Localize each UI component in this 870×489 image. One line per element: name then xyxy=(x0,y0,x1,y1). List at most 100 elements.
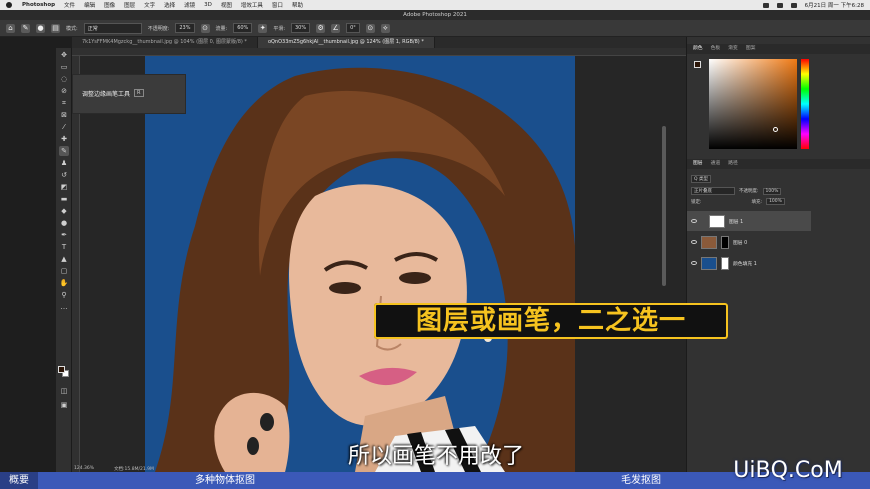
eraser-tool-icon[interactable]: ◩ xyxy=(59,182,69,192)
vertical-ruler xyxy=(72,56,80,472)
color-panel-tabs: 颜色 色板 渐变 图案 xyxy=(687,44,870,54)
visibility-eye-icon[interactable] xyxy=(691,240,697,244)
layer-opacity-label: 不透明度: xyxy=(739,189,759,194)
type-tool-icon[interactable]: T xyxy=(59,242,69,252)
wifi-icon[interactable] xyxy=(776,2,783,8)
document-tab[interactable]: 7k1YsFFMK4Mgzckg__thumbnail.jpg @ 104% (… xyxy=(72,37,258,48)
healing-tool-icon[interactable]: ✚ xyxy=(59,134,69,144)
horizontal-ruler xyxy=(72,48,686,56)
brush-tool-icon[interactable]: ✎ xyxy=(59,146,69,156)
eyedropper-tool-icon[interactable]: ⁄ xyxy=(59,122,69,132)
mode-select[interactable]: 正常 xyxy=(83,22,142,34)
angle-field[interactable]: 0° xyxy=(346,23,360,33)
smoothing-options-icon[interactable]: ⚙ xyxy=(316,23,326,33)
hue-slider[interactable] xyxy=(801,59,809,149)
brush-settings-icon[interactable]: ▤ xyxy=(51,23,60,33)
brush-tool-icon[interactable]: ✎ xyxy=(21,23,30,33)
layer-thumbnail xyxy=(709,214,725,228)
layer-name[interactable]: 颜色填充 1 xyxy=(733,260,757,267)
chapter-overview[interactable]: 概要 xyxy=(0,472,38,489)
crop-tool-icon[interactable]: ⌗ xyxy=(59,98,69,108)
color-picker-handle[interactable] xyxy=(773,127,778,132)
blur-tool-icon[interactable]: ◆ xyxy=(59,206,69,216)
menu-3d[interactable]: 3D xyxy=(204,2,212,8)
mac-menubar: Photoshop 文件 编辑 图像 图层 文字 选择 滤镜 3D 视图 增效工… xyxy=(0,0,870,10)
layer-opacity-field[interactable]: 100% xyxy=(762,187,782,195)
more-tools-icon[interactable]: … xyxy=(59,302,69,312)
visibility-eye-icon[interactable] xyxy=(691,261,697,265)
layer-mask-thumbnail[interactable] xyxy=(721,256,729,270)
brush-preset-icon[interactable]: ● xyxy=(36,23,45,33)
menu-edit[interactable]: 编辑 xyxy=(84,1,95,9)
menu-file[interactable]: 文件 xyxy=(64,1,75,9)
airbrush-icon[interactable]: ✦ xyxy=(258,23,268,33)
quick-mask-icon[interactable]: ◫ xyxy=(59,386,69,396)
tab-gradients[interactable]: 渐变 xyxy=(728,44,738,54)
menu-app-name[interactable]: Photoshop xyxy=(22,2,55,8)
tab-swatches[interactable]: 色板 xyxy=(711,44,721,54)
frame-tool-icon[interactable]: ⊠ xyxy=(59,110,69,120)
blend-mode-select[interactable]: 正片叠底 xyxy=(691,187,735,195)
stamp-tool-icon[interactable]: ♟ xyxy=(59,158,69,168)
menu-view[interactable]: 视图 xyxy=(221,1,232,9)
layer-name[interactable]: 图层 1 xyxy=(729,218,743,225)
layer-mask-thumbnail[interactable] xyxy=(721,235,729,249)
lock-label: 锁定: xyxy=(691,199,702,205)
dodge-tool-icon[interactable]: ● xyxy=(59,218,69,228)
path-select-tool-icon[interactable]: ▲ xyxy=(59,254,69,264)
home-icon[interactable]: ⌂ xyxy=(6,23,15,33)
flow-field[interactable]: 60% xyxy=(233,23,253,33)
menu-select[interactable]: 选择 xyxy=(164,1,175,9)
shape-tool-icon[interactable]: ▢ xyxy=(59,266,69,276)
apple-icon[interactable] xyxy=(6,2,12,8)
tab-color[interactable]: 颜色 xyxy=(693,44,703,54)
lasso-tool-icon[interactable]: ◌ xyxy=(59,74,69,84)
pen-tool-icon[interactable]: ✒ xyxy=(59,230,69,240)
menubar-clock[interactable]: 6月21日 周一 下午6:28 xyxy=(805,1,864,9)
opacity-field[interactable]: 23% xyxy=(175,23,195,33)
quick-select-tool-icon[interactable]: ⊘ xyxy=(59,86,69,96)
layer-row[interactable]: 颜色填充 1 xyxy=(687,253,811,273)
gradient-tool-icon[interactable]: ▬ xyxy=(59,194,69,204)
symmetry-icon[interactable]: ⟡ xyxy=(380,23,390,33)
portrait-illustration xyxy=(145,56,575,472)
smooth-field[interactable]: 30% xyxy=(291,23,311,33)
layer-name[interactable]: 图层 0 xyxy=(733,239,747,246)
pressure-opacity-icon[interactable]: ⊙ xyxy=(200,23,210,33)
menu-filter[interactable]: 滤镜 xyxy=(184,1,195,9)
foreground-color-swatch[interactable] xyxy=(58,366,65,373)
user-icon[interactable] xyxy=(762,2,769,8)
history-brush-tool-icon[interactable]: ↺ xyxy=(59,170,69,180)
search-icon[interactable] xyxy=(790,2,797,8)
angle-icon[interactable]: ∠ xyxy=(331,23,341,33)
layer-row[interactable]: 图层 0 xyxy=(687,232,811,252)
color-field[interactable] xyxy=(709,59,797,149)
menu-layer[interactable]: 图层 xyxy=(124,1,135,9)
tools-panel: ✥ ▭ ◌ ⊘ ⌗ ⊠ ⁄ ✚ ✎ ♟ ↺ ◩ ▬ ◆ ● ✒ T ▲ ▢ ✋ … xyxy=(56,48,72,472)
pressure-size-icon[interactable]: ⊙ xyxy=(365,23,375,33)
layer-row[interactable]: 图层 1 xyxy=(687,211,811,231)
tooltip-text: 调整边缘画笔工具 xyxy=(82,91,131,98)
hand-tool-icon[interactable]: ✋ xyxy=(59,278,69,288)
visibility-eye-icon[interactable] xyxy=(691,219,697,223)
canvas-area[interactable]: 调整边缘画笔工具 R xyxy=(72,48,686,472)
panel-foreground-swatch[interactable] xyxy=(694,61,701,68)
vertical-scrollbar[interactable] xyxy=(662,126,666,286)
document-image[interactable] xyxy=(145,56,575,472)
tab-patterns[interactable]: 图案 xyxy=(746,44,756,54)
menu-image[interactable]: 图像 xyxy=(104,1,115,9)
screen-mode-icon[interactable]: ▣ xyxy=(59,400,69,410)
move-tool-icon[interactable]: ✥ xyxy=(59,50,69,60)
chapter-multi-object[interactable]: 多种物体抠图 xyxy=(38,472,412,489)
menu-plugins[interactable]: 增效工具 xyxy=(241,1,263,9)
marquee-tool-icon[interactable]: ▭ xyxy=(59,62,69,72)
layer-kind-filter[interactable]: Q 类型 xyxy=(691,175,711,183)
menu-window[interactable]: 窗口 xyxy=(272,1,283,9)
document-tab-active[interactable]: oQnO33mZ5g6hkjAl__thumbnail.jpg @ 124% (… xyxy=(257,37,435,48)
menu-help[interactable]: 帮助 xyxy=(292,1,303,9)
menubar-status-area: 6月21日 周一 下午6:28 xyxy=(762,1,864,9)
fill-field[interactable]: 100% xyxy=(766,198,785,205)
layer-thumbnail xyxy=(701,256,717,270)
zoom-tool-icon[interactable]: ⚲ xyxy=(59,290,69,300)
menu-type[interactable]: 文字 xyxy=(144,1,155,9)
